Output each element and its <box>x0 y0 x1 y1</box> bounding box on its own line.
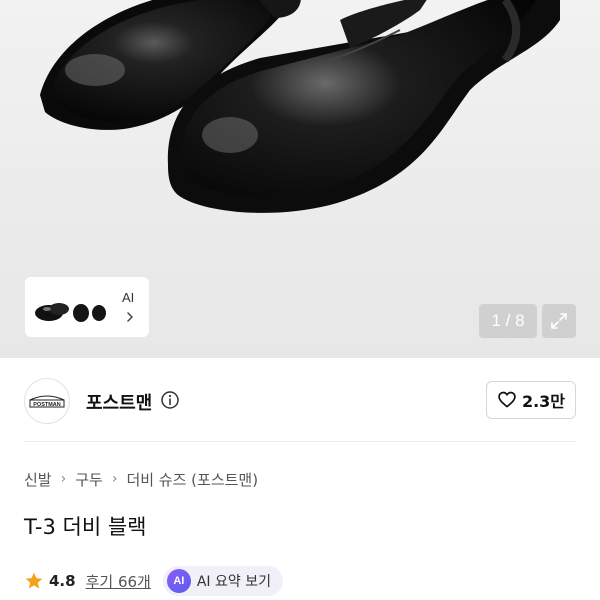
product-image-gallery[interactable]: AI 1 / 8 <box>0 0 600 358</box>
ai-badge-icon: AI <box>166 569 191 593</box>
ai-summary-label: AI 요약 보기 <box>196 574 271 590</box>
brand-row: POSTMAN 포스트맨 2.3만 <box>0 368 600 434</box>
info-icon[interactable] <box>160 390 180 410</box>
chevron-right-icon: › <box>111 471 118 487</box>
star-icon <box>25 572 43 589</box>
image-pager: 1 / 8 <box>479 304 537 338</box>
postman-logo-icon: POSTMAN <box>29 395 65 408</box>
like-button[interactable]: 2.3만 <box>486 381 576 419</box>
product-title: T-3 더비 블랙 <box>24 515 147 539</box>
ai-summary-button[interactable]: AI AI 요약 보기 <box>162 566 283 596</box>
divider <box>24 441 576 442</box>
chevron-right-icon: › <box>60 471 67 487</box>
ai-tag-label: AI <box>122 290 135 305</box>
ai-thumbnail-card[interactable]: AI <box>25 277 149 337</box>
breadcrumb-item-dress-shoes[interactable]: 구두 <box>75 469 103 490</box>
thumbnail-image <box>29 283 111 331</box>
brand-name[interactable]: 포스트맨 <box>86 389 152 415</box>
review-count-link[interactable]: 후기 66개 <box>86 571 151 592</box>
brand-logo[interactable]: POSTMAN <box>24 378 70 424</box>
breadcrumb-item-shoes[interactable]: 신발 <box>24 469 52 490</box>
like-count: 2.3만 <box>521 392 566 411</box>
expand-icon <box>551 313 567 329</box>
expand-image-button[interactable] <box>542 304 576 338</box>
chevron-right-icon <box>127 312 133 322</box>
logo-text: POSTMAN <box>33 402 61 408</box>
rating-value: 4.8 <box>49 572 76 590</box>
breadcrumb: 신발 › 구두 › 더비 슈즈 (포스트맨) <box>24 468 258 490</box>
breadcrumb-item-derby[interactable]: 더비 슈즈 (포스트맨) <box>126 469 258 490</box>
heart-icon <box>498 391 516 408</box>
rating-row: 4.8 후기 66개 AI AI 요약 보기 <box>24 566 283 596</box>
